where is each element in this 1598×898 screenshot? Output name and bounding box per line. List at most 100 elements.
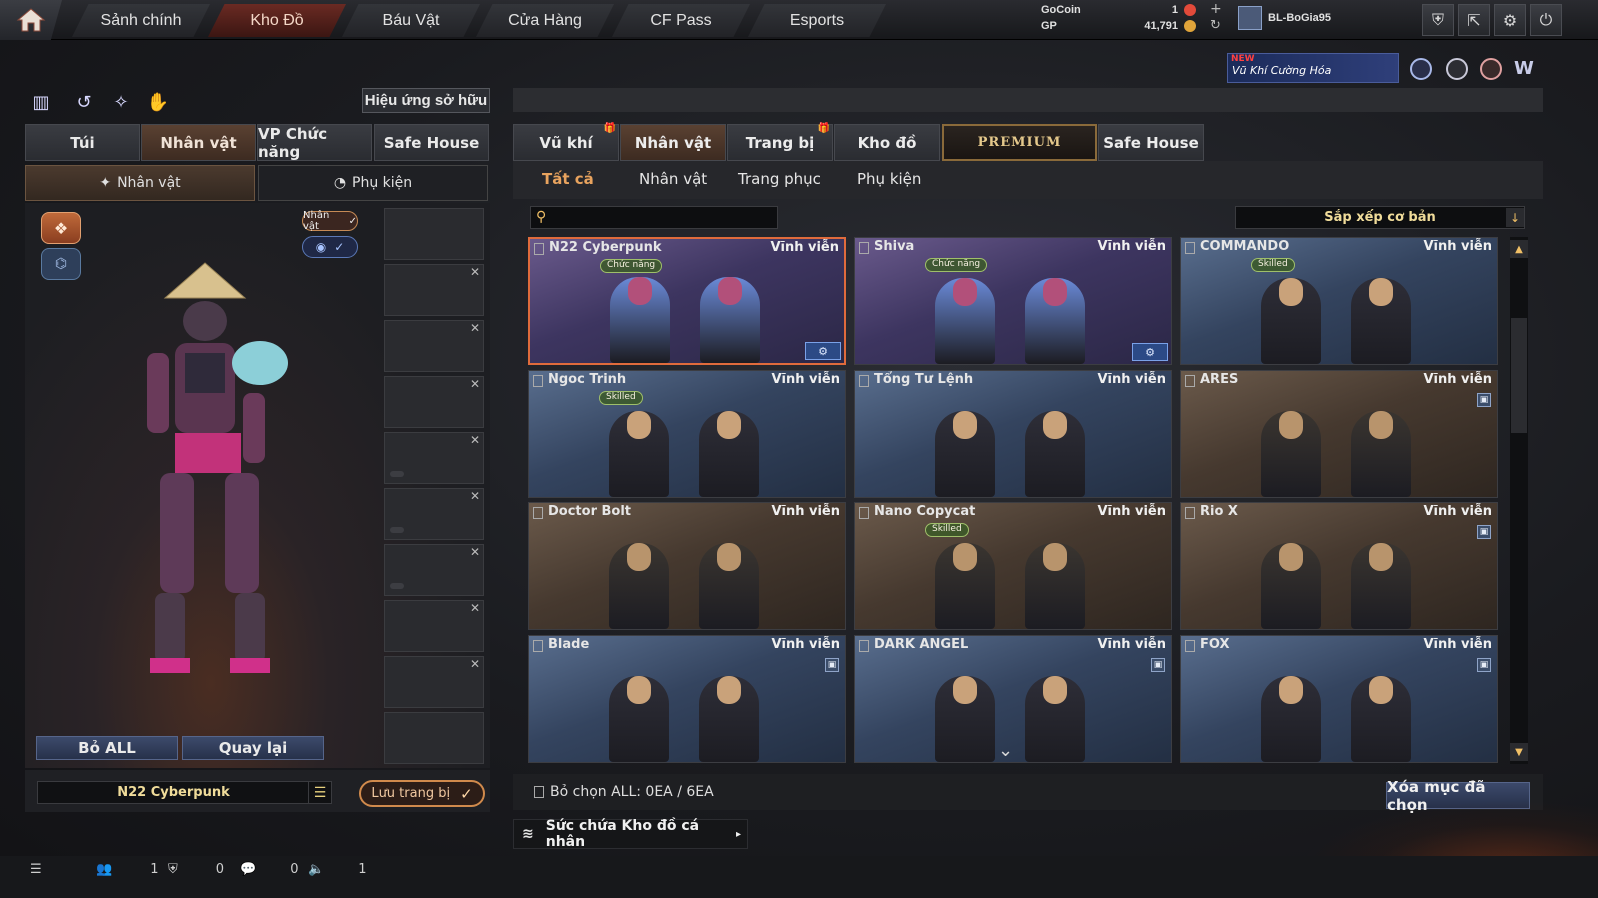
equipment-slot[interactable]: ✕ xyxy=(384,600,484,652)
slot-toggle[interactable] xyxy=(390,527,404,533)
right-tab-character[interactable]: Nhân vật xyxy=(620,124,726,161)
menu-icon[interactable]: ☰ xyxy=(308,781,332,804)
nav-tab-inventory[interactable]: Kho Đồ xyxy=(208,4,346,37)
bookmark-icon[interactable] xyxy=(533,640,543,652)
item-card[interactable]: N22 Cyberpunk Vĩnh viễn Chức năng ⚙ xyxy=(528,237,846,365)
item-card[interactable]: FOX Vĩnh viễn ▣ xyxy=(1180,635,1498,763)
owned-effect-button[interactable]: Hiệu ứng sở hữu xyxy=(362,88,490,113)
shield-icon[interactable]: ⛨ xyxy=(1422,4,1454,36)
target-icon[interactable] xyxy=(1480,58,1502,80)
vip-icon[interactable] xyxy=(1410,58,1432,80)
gear-icon[interactable]: ⚙ xyxy=(1494,4,1526,36)
equipment-slot[interactable]: ✕ xyxy=(384,320,484,372)
item-card[interactable]: Rio X Vĩnh viễn ▣ xyxy=(1180,502,1498,630)
nav-tab-cf-pass[interactable]: CF Pass xyxy=(612,4,750,37)
equipment-slot[interactable]: ✕ xyxy=(384,488,484,540)
slot-toggle[interactable] xyxy=(390,583,404,589)
sort-arrow-icon[interactable]: ↓ xyxy=(1506,208,1524,227)
left-tab-character[interactable]: Nhân vật xyxy=(141,124,256,161)
clan-counter[interactable]: ⛨ 0 xyxy=(168,862,224,877)
trash-icon[interactable]: ▣ xyxy=(1477,393,1491,407)
globe-icon[interactable] xyxy=(1446,58,1468,80)
customize-gear-icon[interactable]: ⚙ xyxy=(805,342,841,360)
history-icon[interactable]: ↺ xyxy=(71,89,97,115)
refresh-icon[interactable]: ↻ xyxy=(1210,18,1221,33)
voice-counter[interactable]: 🔈 1 xyxy=(308,862,366,877)
slot-toggle[interactable] xyxy=(390,471,404,477)
character-badge[interactable]: Nhân vật ✓ xyxy=(302,210,358,232)
remove-slot-icon[interactable]: ✕ xyxy=(470,657,480,671)
filter-character[interactable]: Nhân vật xyxy=(639,170,707,188)
promo-banner[interactable]: NEW Vũ Khí Cường Hóa xyxy=(1227,53,1399,83)
exit-icon[interactable]: ⇱ xyxy=(1458,4,1490,36)
expand-chevron-icon[interactable]: ⌄ xyxy=(998,740,1013,761)
nav-tab-esports[interactable]: Esports xyxy=(748,4,886,37)
scrollbar-thumb[interactable] xyxy=(1511,318,1527,433)
equipment-slot[interactable]: ✕ xyxy=(384,544,484,596)
left-tab-safe-house[interactable]: Safe House xyxy=(374,124,489,161)
w-logo-icon[interactable]: W xyxy=(1514,58,1538,80)
bookmark-icon[interactable] xyxy=(1185,640,1195,652)
bookmark-icon[interactable] xyxy=(1185,375,1195,387)
subtab-accessories[interactable]: ◔ Phụ kiện xyxy=(258,165,488,201)
stats-icon[interactable]: ▥ xyxy=(28,89,54,115)
item-card[interactable]: Ngoc Trinh Vĩnh viễn Skilled xyxy=(528,370,846,498)
equipment-slot[interactable] xyxy=(384,208,484,260)
item-card[interactable]: Shiva Vĩnh viễn Chức năng ⚙ xyxy=(854,237,1172,365)
gamepad-icon[interactable]: ⌬ xyxy=(41,248,81,280)
power-icon[interactable]: ⏻ xyxy=(1530,4,1562,36)
item-card[interactable]: Doctor Bolt Vĩnh viễn xyxy=(528,502,846,630)
bookmark-icon[interactable] xyxy=(859,640,869,652)
deselect-all-label[interactable]: Bỏ chọn ALL: 0EA / 6EA xyxy=(534,784,714,800)
nav-tab-lobby[interactable]: Sảnh chính xyxy=(72,4,210,37)
bookmark-icon[interactable] xyxy=(534,243,544,255)
equipment-slot[interactable]: ✕ xyxy=(384,656,484,708)
character-name-field[interactable]: N22 Cyberpunk xyxy=(37,781,310,804)
trash-icon[interactable]: ▣ xyxy=(1477,525,1491,539)
equipment-slot[interactable]: ✕ xyxy=(384,376,484,428)
right-tab-safe-house[interactable]: Safe House xyxy=(1098,124,1204,161)
equipment-slot[interactable] xyxy=(384,712,484,764)
left-tab-function-items[interactable]: VP Chức năng xyxy=(257,124,372,161)
character-type-icon[interactable]: ❖ xyxy=(41,212,81,244)
remove-slot-icon[interactable]: ✕ xyxy=(470,545,480,559)
bookmark-icon[interactable] xyxy=(1185,242,1195,254)
subtab-character[interactable]: ✦ Nhân vật xyxy=(25,165,255,201)
nav-tab-shop[interactable]: Cửa Hàng xyxy=(476,4,614,37)
visibility-toggle[interactable]: ◉ ✓ xyxy=(302,236,358,258)
item-card[interactable]: Tổng Tư Lệnh Vĩnh viễn xyxy=(854,370,1172,498)
right-tab-storage[interactable]: Kho đồ xyxy=(834,124,940,161)
item-card[interactable]: ARES Vĩnh viễn ▣ xyxy=(1180,370,1498,498)
remove-slot-icon[interactable]: ✕ xyxy=(470,321,480,335)
friends-counter[interactable]: 👥 1 xyxy=(96,862,158,877)
remove-all-button[interactable]: Bỏ ALL xyxy=(36,736,178,760)
right-tab-premium[interactable]: PREMIUM xyxy=(942,124,1097,161)
nav-tab-treasure[interactable]: Báu Vật xyxy=(342,4,480,37)
item-card[interactable]: Blade Vĩnh viễn ▣ xyxy=(528,635,846,763)
scroll-down-icon[interactable]: ▼ xyxy=(1510,743,1528,761)
bookmark-icon[interactable] xyxy=(859,507,869,519)
remove-slot-icon[interactable]: ✕ xyxy=(470,489,480,503)
bookmark-icon[interactable] xyxy=(1185,507,1195,519)
glove-icon[interactable]: ✋ xyxy=(145,89,171,115)
filter-outfit[interactable]: Trang phục xyxy=(738,170,821,188)
remove-slot-icon[interactable]: ✕ xyxy=(470,433,480,447)
character-pose-icon[interactable]: ✧ xyxy=(108,89,134,115)
item-card[interactable]: Nano Copycat Vĩnh viễn Skilled xyxy=(854,502,1172,630)
add-currency-icon[interactable]: + xyxy=(1210,1,1222,17)
remove-slot-icon[interactable]: ✕ xyxy=(470,601,480,615)
chat-counter[interactable]: 💬 0 xyxy=(240,862,298,877)
list-icon[interactable]: ☰ xyxy=(30,862,42,877)
bookmark-icon[interactable] xyxy=(859,375,869,387)
bookmark-icon[interactable] xyxy=(533,507,543,519)
item-card[interactable]: COMMANDO Vĩnh viễn Skilled xyxy=(1180,237,1498,365)
search-input[interactable]: ⚲ xyxy=(530,206,778,229)
customize-gear-icon[interactable]: ⚙ xyxy=(1132,343,1168,361)
scroll-up-icon[interactable]: ▲ xyxy=(1510,240,1528,258)
right-tab-gear[interactable]: Trang bị 🎁 xyxy=(727,123,833,161)
equipment-slot[interactable]: ✕ xyxy=(384,432,484,484)
scrollbar-track[interactable] xyxy=(1510,237,1528,764)
back-button[interactable]: Quay lại xyxy=(182,736,324,760)
remove-slot-icon[interactable]: ✕ xyxy=(470,265,480,279)
right-tab-weapons[interactable]: Vũ khí 🎁 xyxy=(513,123,619,161)
